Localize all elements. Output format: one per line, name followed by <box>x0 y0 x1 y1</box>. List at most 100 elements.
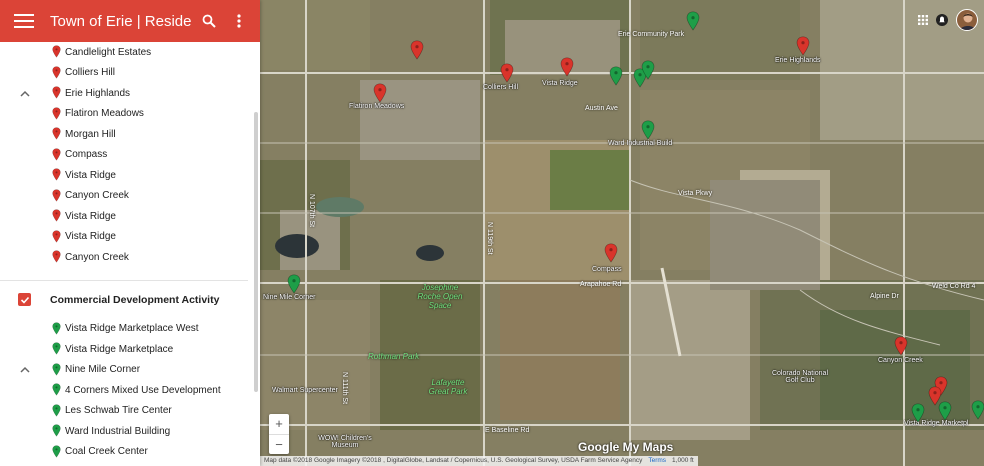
map-pin-icon <box>52 45 61 61</box>
commercial-map-pin[interactable] <box>609 66 623 86</box>
road-label: N 111th St <box>341 372 348 405</box>
map-pin-icon <box>52 147 61 164</box>
map-pin-icon <box>52 403 61 420</box>
zoom-control: + − <box>269 414 289 454</box>
list-item-label: Colliers Hill <box>65 67 116 79</box>
list-item[interactable]: Canyon Creek <box>0 186 260 207</box>
scale-label: 1,000 ft <box>672 457 694 464</box>
road-label: Vista Pkwy <box>678 190 713 197</box>
list-item-label: Compass <box>65 149 108 161</box>
zoom-out-button[interactable]: − <box>269 435 289 455</box>
list-item[interactable]: Candlelight Estates <box>0 42 260 63</box>
map-pin-icon <box>52 444 61 461</box>
map-attribution: Map data ©2018 Google Imagery ©2018 , Di… <box>260 456 698 466</box>
map-pin-icon <box>52 383 61 399</box>
park-label: Rothman Park <box>368 352 420 361</box>
layers-panel: Town of Erie | Residenti... Candlelight … <box>0 0 260 466</box>
commercial-map-pin[interactable] <box>971 400 984 420</box>
commercial-map-pin[interactable] <box>686 11 700 31</box>
list-item[interactable]: Flatiron Meadows <box>0 104 260 125</box>
list-item[interactable]: Les Schwab Tire Center <box>0 401 260 422</box>
list-item-label: Nine Mile Corner <box>65 364 141 376</box>
residential-list: Candlelight Estates Colliers Hill Erie Hig… <box>0 42 260 268</box>
commercial-map-pin[interactable] <box>287 274 301 294</box>
residential-map-pin[interactable] <box>410 40 424 60</box>
commercial-map-pin[interactable] <box>641 60 655 80</box>
list-item[interactable]: Compass <box>0 145 260 166</box>
list-item[interactable]: Vista Ridge <box>0 165 260 186</box>
list-item-label: Canyon Creek <box>65 251 129 263</box>
list-item-label: Morgan Hill <box>65 128 116 140</box>
map-label: Colliers Hill <box>483 84 519 91</box>
map-label: Nine Mile Corner <box>263 294 316 301</box>
residential-map-pin[interactable] <box>796 36 810 56</box>
list-item[interactable]: Nine Mile Corner <box>0 360 260 381</box>
commercial-layer-title: Commercial Development Activity <box>50 293 220 306</box>
list-item-label: Flatiron Meadows <box>65 108 144 120</box>
list-item[interactable]: Canyon Creek <box>0 247 260 268</box>
map-pin-icon <box>52 362 61 379</box>
map-label: Flatiron Meadows <box>349 103 405 110</box>
list-item[interactable]: Colliers Hill <box>0 63 260 84</box>
map-pin-icon <box>52 106 61 123</box>
google-my-maps-logo: Google My Maps <box>578 440 674 454</box>
road-label: Austin Ave <box>585 105 618 112</box>
menu-icon[interactable] <box>14 14 34 28</box>
zoom-in-button[interactable]: + <box>269 414 289 435</box>
map-pin-icon <box>52 209 61 225</box>
commercial-map-pin[interactable] <box>911 403 925 423</box>
map-title[interactable]: Town of Erie | Residenti... <box>50 13 192 30</box>
list-item-label: Candlelight Estates <box>65 46 152 58</box>
list-item[interactable]: Erie Highlands <box>0 83 260 104</box>
more-options-icon[interactable] <box>226 8 252 34</box>
residential-map-pin[interactable] <box>604 243 618 263</box>
commercial-layer-header[interactable]: Commercial Development Activity <box>0 281 260 319</box>
attribution-text: Map data ©2018 Google Imagery ©2018 , Di… <box>264 457 643 464</box>
map-label: Erie Community Park <box>618 31 685 38</box>
layer-list: Candlelight Estates Colliers Hill Erie Hig… <box>0 42 260 462</box>
map-account-controls <box>918 9 978 31</box>
list-item-label: Vista Ridge <box>65 210 116 222</box>
commercial-map-pin[interactable] <box>641 120 655 140</box>
list-item[interactable]: Coal Creek Center <box>0 442 260 463</box>
commercial-map-pin[interactable] <box>938 401 952 421</box>
layer-checkbox[interactable] <box>18 293 31 306</box>
list-item-label: Ward Industrial Building <box>65 425 171 437</box>
list-item[interactable]: Vista Ridge Marketplace West <box>0 319 260 340</box>
road-label: Alpine Dr <box>870 293 899 300</box>
list-item[interactable]: Morgan Hill <box>0 124 260 145</box>
road-label: E Baseline Rd <box>485 427 530 434</box>
list-item[interactable]: Vista Ridge Marketplace <box>0 339 260 360</box>
map-pin-icon <box>52 168 61 184</box>
list-item[interactable]: Vista Ridge <box>0 206 260 227</box>
avatar[interactable] <box>956 9 978 31</box>
list-item[interactable]: Ward Industrial Building <box>0 421 260 442</box>
residential-map-pin[interactable] <box>894 336 908 356</box>
residential-map-pin[interactable] <box>560 57 574 77</box>
list-item-label: Vista Ridge <box>65 169 116 181</box>
road-label: Weld Co Rd 4 <box>932 283 976 290</box>
commercial-list: Vista Ridge Marketplace West Vista Ridge … <box>0 319 260 463</box>
map-pin-icon <box>52 424 61 440</box>
notifications-icon[interactable] <box>936 14 948 26</box>
search-icon[interactable] <box>196 8 222 34</box>
residential-map-pin[interactable] <box>373 83 387 103</box>
road-label: N 119th St <box>486 222 493 255</box>
map-label: WOW! Children's Museum <box>318 435 372 449</box>
apps-grid-icon[interactable] <box>918 15 928 25</box>
terms-link[interactable]: Terms <box>648 457 666 465</box>
scrollbar[interactable] <box>254 112 258 392</box>
list-item-label: Vista Ridge Marketplace <box>65 343 174 355</box>
park-label: Josephine Roche Open Space <box>417 283 463 310</box>
list-item-label: Vista Ridge Marketplace West <box>65 323 199 335</box>
map-pin-icon <box>52 229 61 246</box>
park-label: Lafayette Great Park <box>428 378 468 396</box>
map-label: Walmart Supercenter <box>272 387 338 394</box>
map-label: Compass <box>592 266 622 273</box>
map-label: Ward Industrial Build <box>608 140 673 147</box>
map-pin-icon <box>52 250 61 266</box>
list-item[interactable]: 4 Corners Mixed Use Development <box>0 380 260 401</box>
list-item[interactable]: Vista Ridge <box>0 227 260 248</box>
residential-map-pin[interactable] <box>500 63 514 83</box>
satellite-map[interactable]: Erie Community Park Erie Highlands Flati… <box>260 0 984 466</box>
